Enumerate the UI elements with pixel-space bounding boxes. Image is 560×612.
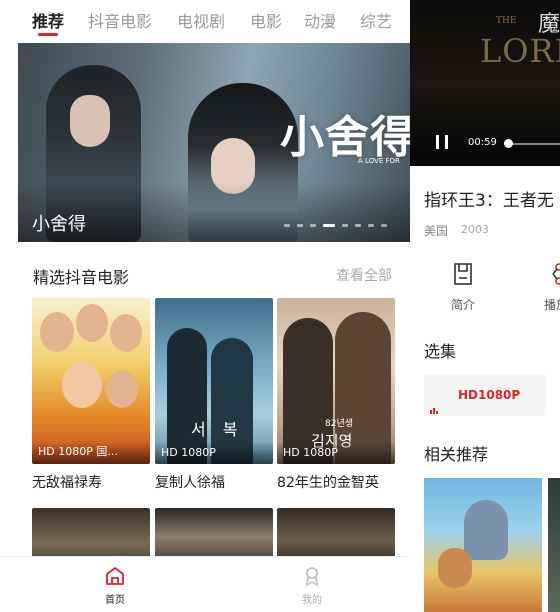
intro-button[interactable]: 简介 <box>433 262 493 313</box>
movie-title[interactable]: 无敌福禄寿 <box>32 472 102 492</box>
tab-tv-series[interactable]: 电视剧 <box>177 8 225 32</box>
poster-art-subtitle: 82년생 <box>325 419 354 429</box>
nav-home[interactable]: 首页 <box>85 565 145 606</box>
carousel-dots <box>284 224 394 228</box>
document-icon <box>454 263 472 285</box>
carousel-dot[interactable] <box>297 224 303 227</box>
section-header: 精选抖音电影 查看全部 <box>0 258 410 288</box>
home-icon <box>106 567 124 585</box>
home-screen: 推荐 抖音电影 电视剧 电影 动漫 综艺 小舍得 A LOVE FOR 小舍得 … <box>0 0 410 612</box>
related-poster[interactable] <box>424 478 542 612</box>
section-title: 精选抖音电影 <box>33 268 130 287</box>
playing-indicator-icon <box>430 408 440 414</box>
carousel-dot[interactable] <box>284 224 290 227</box>
tab-variety[interactable]: 综艺 <box>360 8 392 32</box>
carousel-dot[interactable] <box>355 224 361 227</box>
poster-art-title: 서 복 <box>191 420 244 439</box>
video-art-text: THE <box>496 16 517 26</box>
related-poster[interactable] <box>548 478 560 612</box>
category-tabs: 推荐 抖音电影 电视剧 电影 动漫 综艺 <box>0 0 410 40</box>
banner-figure <box>70 95 110 147</box>
video-player[interactable]: THE LORD 魔 00:59 <box>410 0 560 166</box>
video-art-text: 魔 <box>538 12 560 37</box>
banner-art-title: 小舍得 <box>280 112 410 163</box>
play-option-button[interactable]: 播放 <box>526 262 560 313</box>
tab-recommend[interactable]: 推荐 <box>32 8 64 32</box>
movie-title: 指环王3：王者无 <box>424 191 554 211</box>
active-tab-indicator <box>38 33 58 36</box>
nav-home-label: 首页 <box>105 595 125 606</box>
movie-poster[interactable]: 서 복 HD 1080P <box>155 298 273 464</box>
nav-profile[interactable]: 我的 <box>282 565 342 606</box>
carousel-dot-active[interactable] <box>323 224 335 227</box>
tab-anime[interactable]: 动漫 <box>304 8 336 32</box>
related-title: 相关推荐 <box>424 445 489 464</box>
profile-icon <box>306 567 318 586</box>
episodes-title: 选集 <box>424 342 457 361</box>
share-icon <box>552 263 560 285</box>
playback-time: 00:59 <box>468 137 497 148</box>
carousel-dot[interactable] <box>368 224 374 227</box>
episode-label: HD1080P <box>458 388 521 402</box>
banner-caption: 小舍得 <box>32 214 86 235</box>
tab-douyin-movies[interactable]: 抖音电影 <box>88 8 152 32</box>
nav-profile-label: 我的 <box>302 595 322 606</box>
progress-track[interactable] <box>508 143 560 145</box>
quality-badge: HD 1080P 国... <box>38 445 118 458</box>
banner-art-subtitle: A LOVE FOR <box>358 157 400 165</box>
progress-knob[interactable] <box>504 139 513 148</box>
detail-screen: THE LORD 魔 00:59 指环王3：王者无 美国 2003 简介 播放 … <box>410 0 560 612</box>
intro-label: 简介 <box>450 298 475 312</box>
quality-badge: HD 1080P <box>161 446 216 459</box>
carousel-dot[interactable] <box>310 224 316 227</box>
bottom-navigation: 首页 我的 <box>0 556 410 612</box>
movie-poster[interactable]: HD 1080P 国... <box>32 298 150 464</box>
episode-chip[interactable]: HD1080P <box>424 374 546 416</box>
view-all-link[interactable]: 查看全部 <box>336 265 392 285</box>
movie-year: 2003 <box>461 223 489 236</box>
hero-banner[interactable]: 小舍得 A LOVE FOR 小舍得 <box>18 43 410 242</box>
carousel-dot[interactable] <box>381 224 387 227</box>
movie-country: 美国 <box>424 224 449 238</box>
movie-title[interactable]: 复制人徐福 <box>155 472 225 492</box>
play-option-label: 播放 <box>543 298 560 312</box>
movie-poster[interactable]: 82년생 김지영 HD 1080P <box>277 298 395 464</box>
movie-title[interactable]: 82年生的金智英 <box>277 472 379 492</box>
tab-movies[interactable]: 电影 <box>250 8 282 32</box>
carousel-dot[interactable] <box>342 224 348 227</box>
pause-icon[interactable] <box>436 135 450 149</box>
quality-badge: HD 1080P <box>283 446 338 459</box>
